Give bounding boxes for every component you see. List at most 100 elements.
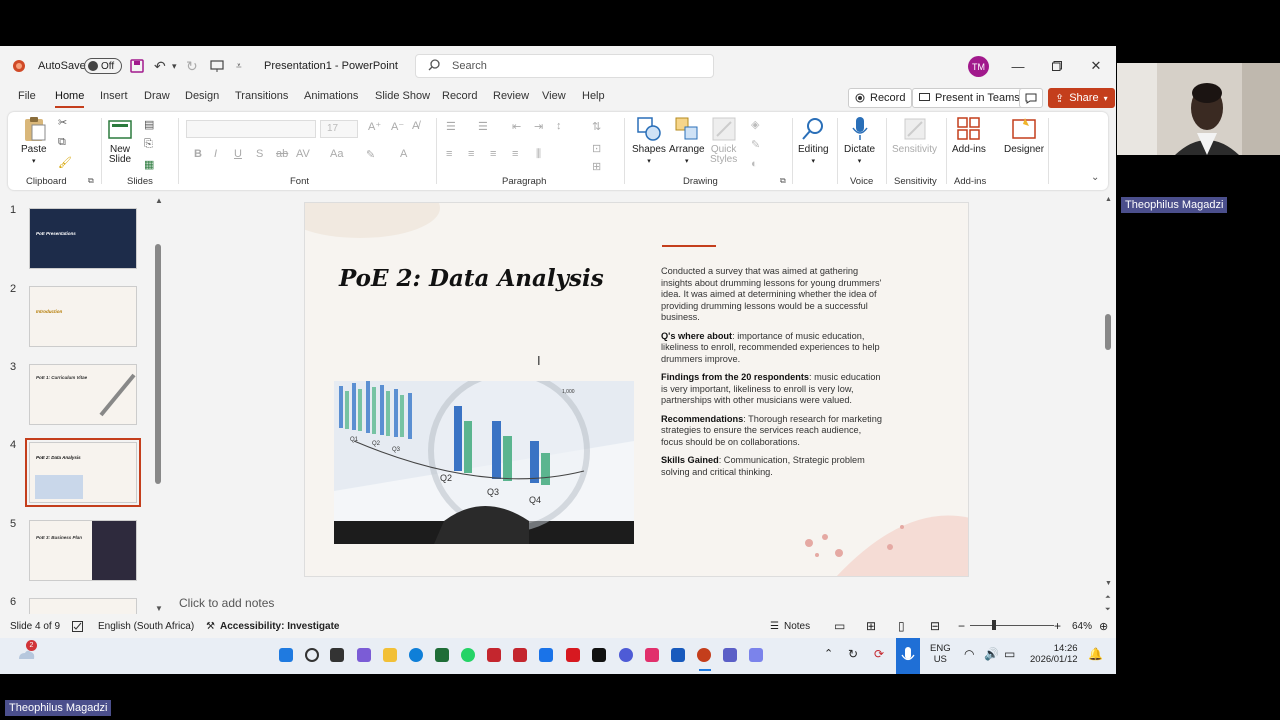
volume-icon[interactable]: 🔊 <box>984 647 999 661</box>
word-icon[interactable] <box>671 648 685 662</box>
edge-icon[interactable] <box>409 648 423 662</box>
font-family-select[interactable] <box>186 120 316 138</box>
quick-styles-button[interactable]: Quick Styles <box>710 116 737 165</box>
save-icon[interactable] <box>130 46 144 86</box>
scroll-down-icon[interactable]: ▼ <box>155 604 163 613</box>
app-l-icon[interactable] <box>487 648 501 662</box>
spelling-icon[interactable] <box>72 618 83 634</box>
bullets-icon[interactable]: ☰ <box>446 120 456 133</box>
share-button[interactable]: ⇪ Share ▾ <box>1048 88 1115 108</box>
battery-icon[interactable]: ▭ <box>1004 647 1015 661</box>
arrange-button[interactable]: Arrange ▾ <box>669 116 705 165</box>
tab-help[interactable]: Help <box>582 90 605 108</box>
normal-view-icon[interactable]: ▭ <box>834 618 845 634</box>
close-icon[interactable]: ✕ <box>1076 46 1116 86</box>
language-status[interactable]: English (South Africa) <box>98 618 194 634</box>
youtube-icon[interactable] <box>566 648 580 662</box>
notes-placeholder[interactable]: Click to add notes <box>179 596 274 610</box>
copy-icon[interactable]: ⧉ <box>58 136 66 149</box>
tiktok-icon[interactable] <box>592 648 606 662</box>
start-icon[interactable] <box>279 648 293 662</box>
line-spacing-icon[interactable]: ↕ <box>556 120 562 132</box>
editing-button[interactable]: Editing ▾ <box>798 116 829 165</box>
chevron-up-icon[interactable]: ⌃ <box>824 647 833 660</box>
shapes-button[interactable]: Shapes ▾ <box>632 116 666 165</box>
shield-icon[interactable] <box>513 648 527 662</box>
clear-format-icon[interactable]: A̸ <box>412 120 419 132</box>
tab-insert[interactable]: Insert <box>100 90 128 108</box>
tab-review[interactable]: Review <box>493 90 529 108</box>
char-spacing-icon[interactable]: AV <box>296 148 310 160</box>
teams-classic-icon[interactable] <box>749 648 763 662</box>
decrease-indent-icon[interactable]: ⇤ <box>512 120 521 133</box>
present-icon[interactable] <box>210 46 224 86</box>
justify-icon[interactable]: ≡ <box>512 148 518 160</box>
zoom-level[interactable]: 64% <box>1072 618 1092 634</box>
slide-thumbnail-5[interactable]: PoE 3: Business Plan <box>29 520 137 581</box>
zoom-in-icon[interactable]: + <box>1054 618 1061 634</box>
decrease-font-icon[interactable]: A⁻ <box>391 120 404 133</box>
customize-toolbar-icon[interactable]: ⩡ <box>236 46 242 86</box>
comments-button[interactable] <box>1019 88 1043 108</box>
format-painter-icon[interactable]: 🖌 <box>58 156 72 169</box>
record-button[interactable]: Record <box>848 88 913 108</box>
sensitivity-button[interactable]: Sensitivity <box>892 116 937 155</box>
security-icon[interactable]: ⟳ <box>874 647 884 661</box>
scroll-up-icon[interactable]: ▲ <box>1105 196 1112 203</box>
slide-thumbnail-4[interactable]: PoE 2: Data Analysis <box>25 438 141 507</box>
scroll-down-icon[interactable]: ▼ <box>1105 580 1112 587</box>
present-in-teams-button[interactable]: Present in Teams <box>912 88 1027 108</box>
minimize-icon[interactable]: — <box>998 46 1038 86</box>
align-text-icon[interactable]: ⊡ <box>592 142 601 155</box>
slide-thumbnail-3[interactable]: PoE 1: Curriculum Vitae <box>29 364 137 425</box>
slide-sorter-icon[interactable]: ⊞ <box>866 618 876 634</box>
whatsapp-icon[interactable] <box>461 648 475 662</box>
paste-button[interactable]: Paste ▾ <box>21 116 47 165</box>
autosave-toggle[interactable]: Off <box>84 46 122 86</box>
tab-home[interactable]: Home <box>55 90 85 108</box>
align-right-icon[interactable]: ≡ <box>490 148 496 160</box>
zoom-slider[interactable] <box>970 625 1054 626</box>
redo-icon[interactable]: ↻ <box>186 46 198 86</box>
addins-button[interactable]: Add-ins <box>952 116 986 155</box>
microphone-active-button[interactable] <box>896 638 920 674</box>
scrollbar-thumb[interactable] <box>1105 314 1111 350</box>
shadow-icon[interactable]: S <box>256 148 263 160</box>
section-icon[interactable]: ▦ <box>144 158 154 171</box>
smartart-icon[interactable]: ⊞ <box>592 160 601 173</box>
align-center-icon[interactable]: ≡ <box>468 148 474 160</box>
zoom-out-icon[interactable]: − <box>958 618 965 634</box>
store-icon[interactable] <box>435 648 449 662</box>
previous-slide-icon[interactable]: ⏶ <box>1105 594 1111 602</box>
shape-fill-icon[interactable]: ◈ <box>751 118 759 131</box>
slide-thumbnail-6[interactable] <box>29 598 137 614</box>
search-icon[interactable] <box>305 648 319 662</box>
tab-slide-show[interactable]: Slide Show <box>375 90 430 108</box>
zoom-slider-thumb[interactable] <box>992 620 996 630</box>
app-icon[interactable] <box>619 648 633 662</box>
font-color-icon[interactable]: A <box>400 148 407 160</box>
collapse-ribbon-icon[interactable]: ⌄ <box>1091 172 1099 183</box>
tab-file[interactable]: File <box>18 90 36 108</box>
clock[interactable]: 14:26 2026/01/12 <box>1030 643 1078 665</box>
slide-thumbnail-2[interactable]: Introduction <box>29 286 137 347</box>
thumbnails-scrollbar[interactable] <box>155 244 161 484</box>
tab-transitions[interactable]: Transitions <box>235 90 288 108</box>
tab-view[interactable]: View <box>542 90 566 108</box>
dialog-launcher-icon[interactable]: ⧉ <box>88 176 94 186</box>
tab-animations[interactable]: Animations <box>304 90 358 108</box>
copilot-icon[interactable] <box>357 648 371 662</box>
increase-font-icon[interactable]: A⁺ <box>368 120 381 133</box>
shape-effects-icon[interactable]: ◐ <box>751 158 758 170</box>
align-left-icon[interactable]: ≡ <box>446 148 452 160</box>
slideshow-view-icon[interactable]: ⊟ <box>930 618 940 634</box>
notes-button[interactable]: ☰ Notes <box>770 618 810 634</box>
outlook-icon[interactable] <box>539 648 553 662</box>
accessibility-status[interactable]: ⚒ Accessibility: Investigate <box>206 618 339 634</box>
font-size-select[interactable]: 17 <box>320 120 358 138</box>
slide-canvas[interactable]: PoE 2: Data Analysis Conducted a survey … <box>304 202 969 577</box>
strikethrough-icon[interactable]: ab <box>276 148 288 160</box>
input-language[interactable]: ENG US <box>930 643 951 665</box>
underline-icon[interactable]: U <box>234 148 242 160</box>
italic-icon[interactable]: I <box>214 148 217 160</box>
